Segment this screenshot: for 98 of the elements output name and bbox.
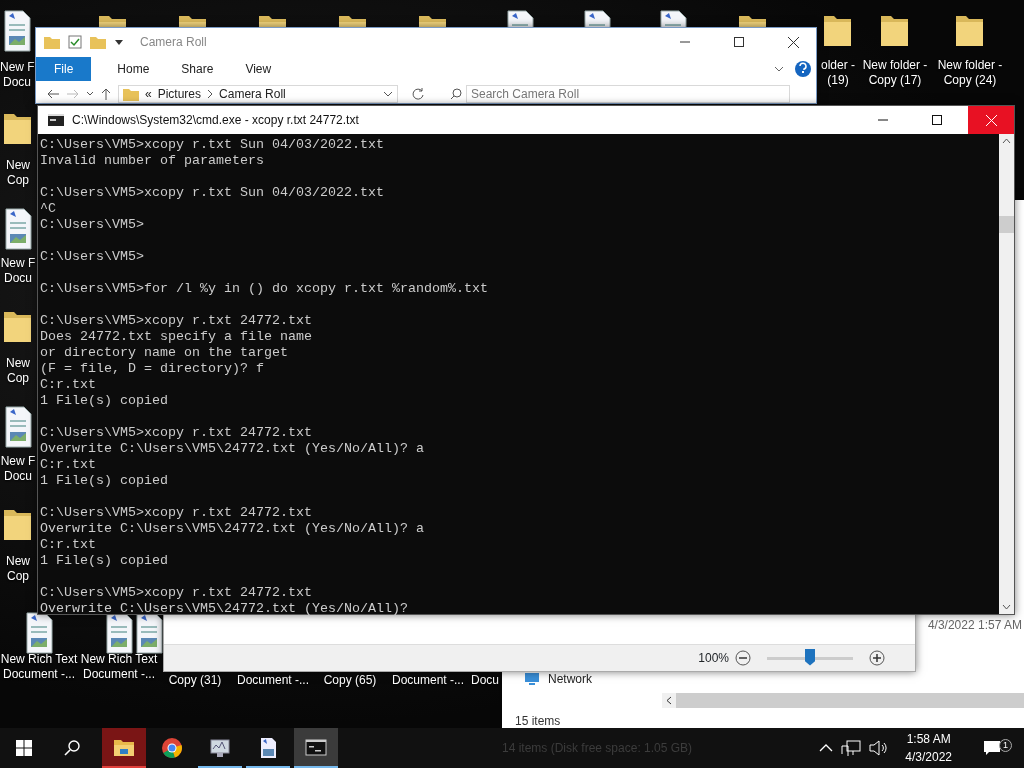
icon-label: New folder - Copy (17): [861, 58, 929, 88]
refresh-icon[interactable]: [412, 87, 424, 100]
scroll-thumb[interactable]: [999, 216, 1014, 233]
icon-label: New F Docu: [0, 60, 34, 90]
monitor-icon: [209, 737, 231, 759]
zoom-level: 100%: [698, 650, 729, 667]
status-text: 15 items: [514, 713, 562, 728]
console-line: Overwrite C:\Users\VM5\24772.txt (Yes/No/All)?: [40, 601, 409, 617]
console-line: C:\Users\VM5>: [40, 249, 145, 265]
windows-logo-icon: [16, 740, 32, 756]
notification-button[interactable]: 1: [968, 740, 1016, 756]
taskbar-button[interactable]: [294, 728, 338, 768]
console-line: C:\Users\VM5>xcopy r.txt 24772.txt: [40, 585, 313, 601]
volume-icon[interactable]: [869, 740, 890, 756]
console-line: C:\Users\VM5>for /l %y in () do xcopy r.txt %random%.txt: [40, 281, 489, 297]
breadcrumb-item[interactable]: Pictures: [157, 84, 202, 103]
overflow-chevron: «: [145, 85, 152, 103]
document-icon[interactable]: [104, 612, 134, 654]
checkbox-icon[interactable]: [68, 35, 82, 49]
zoom-out-icon[interactable]: [735, 650, 751, 666]
console-line: C:\Users\VM5>xcopy r.txt 24772.txt: [40, 425, 313, 441]
document-icon[interactable]: [505, 10, 535, 27]
icon-label: New Cop: [5, 554, 31, 584]
console-line: C:\Users\VM5>xcopy r.txt Sun 04/03/2022.txt: [40, 185, 385, 201]
zoom-in-icon[interactable]: [869, 650, 885, 666]
icon-label: older - (19): [820, 58, 856, 88]
date-modified-cell-text: 4/3/2022 1:57 AM: [927, 617, 1023, 634]
browser-icon: [161, 737, 183, 759]
scroll-left-icon[interactable]: [662, 693, 676, 708]
document-icon[interactable]: [3, 406, 33, 448]
network-icon[interactable]: [524, 672, 542, 686]
dropdown-icon[interactable]: [114, 37, 124, 47]
zoom-slider-thumb[interactable]: [805, 648, 815, 666]
ribbon-tab[interactable]: Home: [101, 57, 166, 81]
taskbar-button[interactable]: [102, 728, 146, 768]
console-icon: [48, 114, 64, 126]
ribbon-tab[interactable]: View: [229, 57, 288, 81]
icon-label: Docu: [470, 673, 500, 688]
console-line: C:r.txt: [40, 457, 97, 473]
icon-label: New Cop: [5, 356, 31, 386]
chevron-right-icon: [207, 88, 214, 99]
console-line: C:r.txt: [40, 377, 97, 393]
console-line: Overwrite C:\Users\VM5\24772.txt (Yes/No/All)? a: [40, 521, 425, 537]
search-icon: [450, 87, 462, 100]
ribbon-tab[interactable]: Share: [165, 57, 230, 81]
search-icon: [64, 740, 80, 756]
icon-label: New Rich Text Document -...: [80, 652, 158, 682]
icon-label: Copy (31): [167, 673, 223, 688]
up-arrow-icon[interactable]: [100, 87, 112, 100]
console-line: ^C: [40, 201, 57, 217]
document-icon[interactable]: [658, 10, 688, 27]
maximize-icon: [932, 115, 942, 125]
clock[interactable]: 1:58 AM 4/3/2022: [897, 730, 960, 766]
search-field[interactable]: Search Camera Roll: [466, 84, 790, 103]
console-line: C:\Users\VM5>xcopy r.txt 24772.txt: [40, 505, 313, 521]
icon-label: New Rich Text Document -...: [0, 652, 78, 682]
close-icon: [985, 114, 997, 126]
folder-icon: [123, 86, 139, 101]
icon-label: New F Docu: [0, 256, 36, 286]
notification-badge: 1: [999, 739, 1012, 752]
console-line: Invalid number of parameters: [40, 153, 265, 169]
ribbon-tab[interactable]: File: [36, 57, 92, 81]
network-icon[interactable]: [841, 740, 862, 756]
icon-label: Document -...: [391, 673, 465, 688]
back-arrow-icon[interactable]: [46, 87, 60, 100]
scrollbar[interactable]: [676, 693, 1024, 708]
console-line: (F = file, D = directory)? f: [40, 361, 265, 377]
notification-icon: [983, 740, 1001, 756]
address-bar[interactable]: « Pictures Camera Roll: [118, 84, 398, 103]
console-line: 1 File(s) copied: [40, 393, 169, 409]
folder-icon: [113, 737, 135, 759]
icon-label: Copy (65): [322, 673, 378, 688]
scrollbar[interactable]: [999, 134, 1014, 614]
document-icon[interactable]: [24, 612, 54, 654]
document-icon[interactable]: [2, 10, 32, 52]
console-line: C:\Users\VM5>xcopy r.txt Sun 04/03/2022.txt: [40, 137, 385, 153]
breadcrumb-item[interactable]: Camera Roll: [219, 84, 286, 103]
document-icon[interactable]: [3, 208, 33, 250]
icon-label: New F Docu: [0, 454, 36, 484]
console-line: or directory name on the target: [40, 345, 289, 361]
close-icon: [787, 36, 799, 48]
nav-item[interactable]: Network: [548, 670, 592, 688]
document-icon[interactable]: [134, 612, 164, 654]
console-icon: [305, 737, 327, 759]
console-line: C:\Users\VM5>: [40, 217, 145, 233]
icon-label: Document -...: [236, 673, 310, 688]
maximize-icon: [734, 37, 744, 47]
document-icon[interactable]: [582, 10, 612, 27]
window-title: Camera Roll: [140, 34, 207, 51]
console-line: C:r.txt: [40, 537, 97, 553]
window-title: C:\Windows\System32\cmd.exe - xcopy r.txt 24772.txt: [72, 112, 359, 129]
icon-label: New Cop: [5, 158, 31, 188]
console-line: Overwrite C:\Users\VM5\24772.txt (Yes/No/All)? a: [40, 441, 425, 457]
icon-label: New folder - Copy (24): [936, 58, 1004, 88]
console-line: Does 24772.txt specify a file name: [40, 329, 313, 345]
console-line: 1 File(s) copied: [40, 473, 169, 489]
console-line: C:\Users\VM5>xcopy r.txt 24772.txt: [40, 313, 313, 329]
console-line: 1 File(s) copied: [40, 553, 169, 569]
